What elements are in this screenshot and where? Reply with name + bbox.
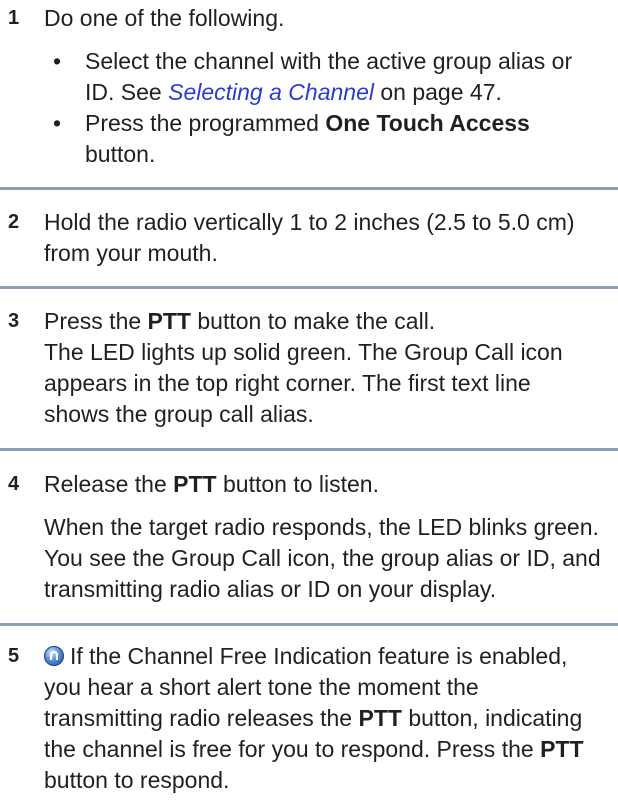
- step-2: 2 Hold the radio vertically 1 to 2 inche…: [0, 190, 618, 286]
- step-action: Press the PTT button to make the call.: [44, 306, 602, 337]
- list-item: • Select the channel with the active grou…: [44, 46, 602, 108]
- step-text: button to listen.: [216, 471, 379, 497]
- step-1: 1 Do one of the following. • Select the c…: [0, 0, 618, 187]
- step-intro: Do one of the following.: [44, 5, 285, 31]
- step-text: Release the: [44, 471, 174, 497]
- step-number: 2: [8, 211, 20, 233]
- step-text: Press the: [44, 308, 148, 334]
- step-text: button to make the call.: [191, 308, 436, 334]
- bold-term: PTT: [173, 471, 217, 497]
- option-list: • Select the channel with the active grou…: [44, 46, 602, 170]
- selecting-a-channel-link[interactable]: Selecting a Channel: [168, 79, 374, 105]
- step-number: 4: [8, 473, 20, 495]
- bullet-text: button.: [85, 141, 156, 167]
- step-number: 5: [8, 645, 20, 667]
- step-number: 3: [8, 310, 20, 332]
- bullet-text: Press the programmed: [85, 110, 326, 136]
- step-text: Hold the radio vertically 1 to 2 inches …: [44, 209, 575, 266]
- step-result: When the target radio responds, the LED …: [44, 514, 601, 602]
- bullet-icon: •: [53, 48, 62, 74]
- step-result: The LED lights up solid green. The Group…: [44, 339, 563, 427]
- step-3: 3 Press the PTT button to make the call.…: [0, 289, 618, 448]
- step-text-block: If the Channel Free Indication feature i…: [44, 641, 602, 796]
- step-number: 1: [8, 7, 20, 29]
- bold-term: One Touch Access: [325, 110, 530, 136]
- step-4: 4 Release the PTT button to listen. When…: [0, 451, 618, 623]
- step-5: 5 If the Channel Free Indication feature…: [0, 626, 618, 796]
- bold-term: PTT: [358, 705, 402, 731]
- bullet-text: on page 47.: [373, 79, 502, 105]
- step-action: Release the PTT button to listen.: [44, 469, 602, 500]
- list-item: • Press the programmed One Touch Access b…: [44, 108, 602, 170]
- bold-term: PTT: [147, 308, 191, 334]
- step-text: button to respond.: [44, 767, 230, 793]
- channel-feature-icon: [44, 646, 64, 666]
- bold-term: PTT: [540, 736, 584, 762]
- bullet-icon: •: [53, 110, 62, 136]
